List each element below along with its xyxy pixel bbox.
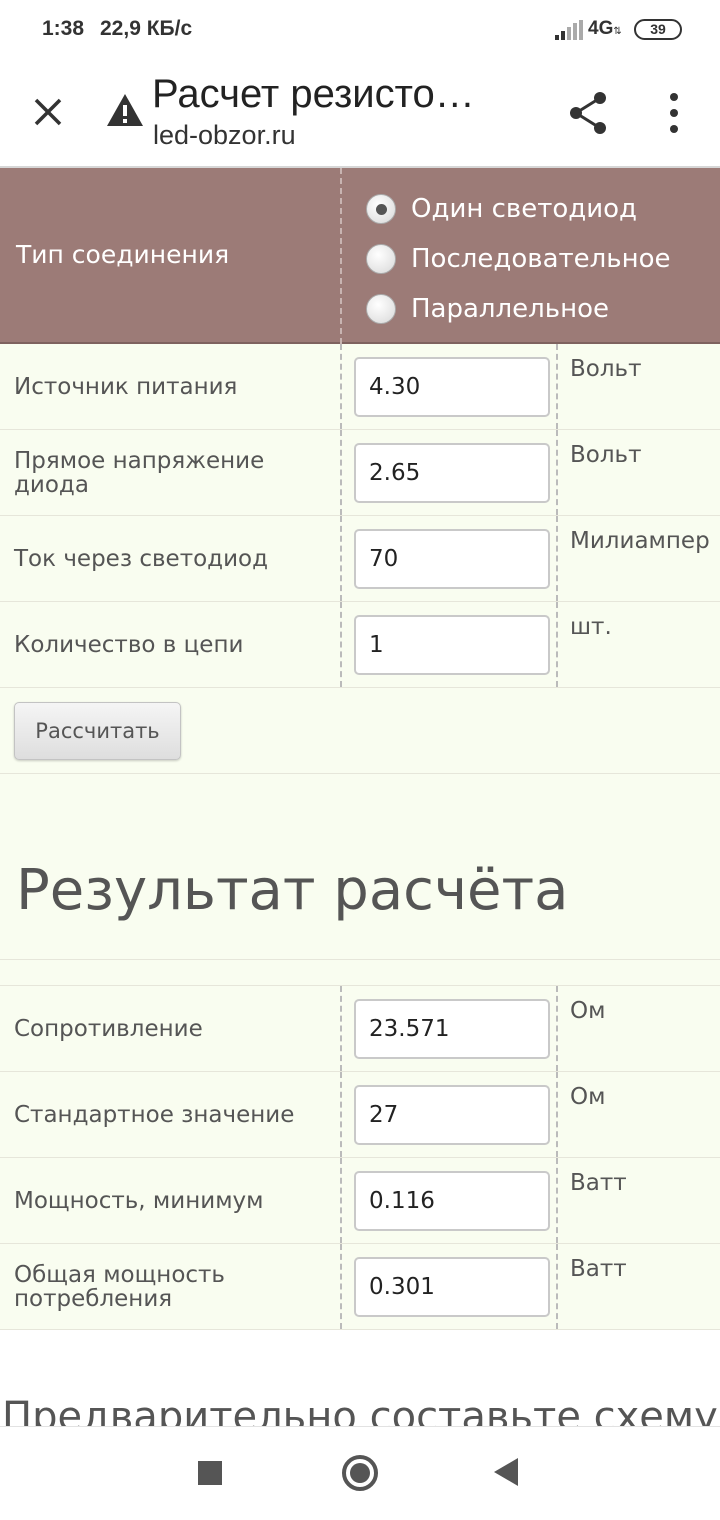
unit-label: Ватт bbox=[570, 1170, 627, 1196]
section-heading: Предварительно составьте схему bbox=[2, 1394, 718, 1426]
battery-level: 39 bbox=[650, 21, 666, 37]
result-row-standard-value: Стандартное значение 27 Ом bbox=[0, 1072, 720, 1158]
row-label: Источник питания bbox=[14, 373, 238, 400]
standard-value-output[interactable]: 27 bbox=[354, 1085, 550, 1145]
result-title: Результат расчёта bbox=[16, 858, 569, 923]
column-divider bbox=[340, 516, 342, 601]
column-divider bbox=[556, 986, 558, 1071]
unit-label: шт. bbox=[570, 614, 612, 640]
browser-toolbar: Расчет резисто… led-obzor.ru bbox=[0, 60, 720, 168]
column-divider bbox=[556, 602, 558, 687]
signal-icon bbox=[555, 20, 583, 40]
row-label: Ток через светодиод bbox=[14, 545, 268, 572]
column-divider bbox=[556, 430, 558, 515]
input-row-forward-voltage: Прямое напряжение диода 2.65 Вольт bbox=[0, 430, 720, 516]
calculate-button[interactable]: Рассчитать bbox=[14, 702, 181, 760]
column-divider bbox=[340, 168, 342, 344]
column-divider bbox=[340, 430, 342, 515]
row-label: Общая мощность потребления bbox=[14, 1261, 225, 1312]
unit-label: Вольт bbox=[570, 356, 642, 382]
result-row-resistance: Сопротивление 23.571 Ом bbox=[0, 986, 720, 1072]
row-label: Прямое напряжение диода bbox=[14, 447, 265, 498]
min-power-output[interactable]: 0.116 bbox=[354, 1171, 550, 1231]
column-divider bbox=[556, 516, 558, 601]
connection-type-label: Тип соединения bbox=[16, 240, 230, 269]
column-divider bbox=[556, 344, 558, 429]
input-row-led-count: Количество в цепи 1 шт. bbox=[0, 602, 720, 688]
web-page-content: Тип соединения Один светодиод Последоват… bbox=[0, 168, 720, 1426]
total-power-output[interactable]: 0.301 bbox=[354, 1257, 550, 1317]
row-label: Мощность, минимум bbox=[14, 1187, 264, 1214]
battery-icon: 39 bbox=[634, 19, 682, 40]
home-icon[interactable] bbox=[342, 1455, 378, 1491]
row-label: Количество в цепи bbox=[14, 631, 244, 658]
network-type-label: 4G bbox=[588, 18, 614, 39]
radio-label: Параллельное bbox=[411, 294, 609, 324]
resistance-output[interactable]: 23.571 bbox=[354, 999, 550, 1059]
network-type: 4G⇅ bbox=[588, 18, 622, 39]
input-row-led-current: Ток через светодиод 70 Милиампер bbox=[0, 516, 720, 602]
unit-label: Ватт bbox=[570, 1256, 627, 1282]
column-divider bbox=[340, 1072, 342, 1157]
system-navigation-bar bbox=[0, 1426, 720, 1520]
led-current-input[interactable]: 70 bbox=[354, 529, 550, 589]
column-divider bbox=[340, 344, 342, 429]
status-bar: 1:38 22,9 КБ/с 4G⇅ 39 bbox=[0, 0, 720, 60]
result-row-min-power: Мощность, минимум 0.116 Ватт bbox=[0, 1158, 720, 1244]
column-divider bbox=[556, 1244, 558, 1329]
column-divider bbox=[340, 1158, 342, 1243]
unit-label: Милиампер bbox=[570, 528, 710, 554]
column-divider bbox=[340, 602, 342, 687]
unit-label: Вольт bbox=[570, 442, 642, 468]
radio-button-checked[interactable] bbox=[366, 194, 396, 224]
recent-apps-icon[interactable] bbox=[198, 1461, 222, 1485]
forward-voltage-input[interactable]: 2.65 bbox=[354, 443, 550, 503]
result-row-total-power: Общая мощность потребления 0.301 Ватт bbox=[0, 1244, 720, 1330]
radio-label: Последовательное bbox=[411, 244, 671, 274]
column-divider bbox=[340, 1244, 342, 1329]
back-icon[interactable] bbox=[494, 1458, 518, 1486]
row-label: Стандартное значение bbox=[14, 1101, 295, 1128]
supply-voltage-input[interactable]: 4.30 bbox=[354, 357, 550, 417]
warning-icon[interactable] bbox=[106, 92, 144, 128]
page-url: led-obzor.ru bbox=[153, 120, 296, 150]
input-row-supply-voltage: Источник питания 4.30 Вольт bbox=[0, 344, 720, 430]
radio-button[interactable] bbox=[366, 294, 396, 324]
status-network-speed: 22,9 КБ/с bbox=[100, 17, 193, 40]
spacer-row bbox=[0, 960, 720, 986]
page-title: Расчет резисто… bbox=[152, 72, 475, 116]
more-vert-icon[interactable] bbox=[654, 88, 694, 138]
column-divider bbox=[556, 1072, 558, 1157]
row-label: Сопротивление bbox=[14, 1015, 203, 1042]
unit-label: Ом bbox=[570, 1084, 606, 1110]
led-count-input[interactable]: 1 bbox=[354, 615, 550, 675]
status-time: 1:38 bbox=[42, 17, 85, 40]
share-icon[interactable] bbox=[564, 88, 614, 138]
column-divider bbox=[340, 986, 342, 1071]
connection-type-row: Тип соединения Один светодиод Последоват… bbox=[0, 168, 720, 344]
radio-button[interactable] bbox=[366, 244, 396, 274]
column-divider bbox=[556, 1158, 558, 1243]
unit-label: Ом bbox=[570, 998, 606, 1024]
radio-label: Один светодиод bbox=[411, 194, 638, 224]
close-icon[interactable] bbox=[20, 84, 76, 140]
